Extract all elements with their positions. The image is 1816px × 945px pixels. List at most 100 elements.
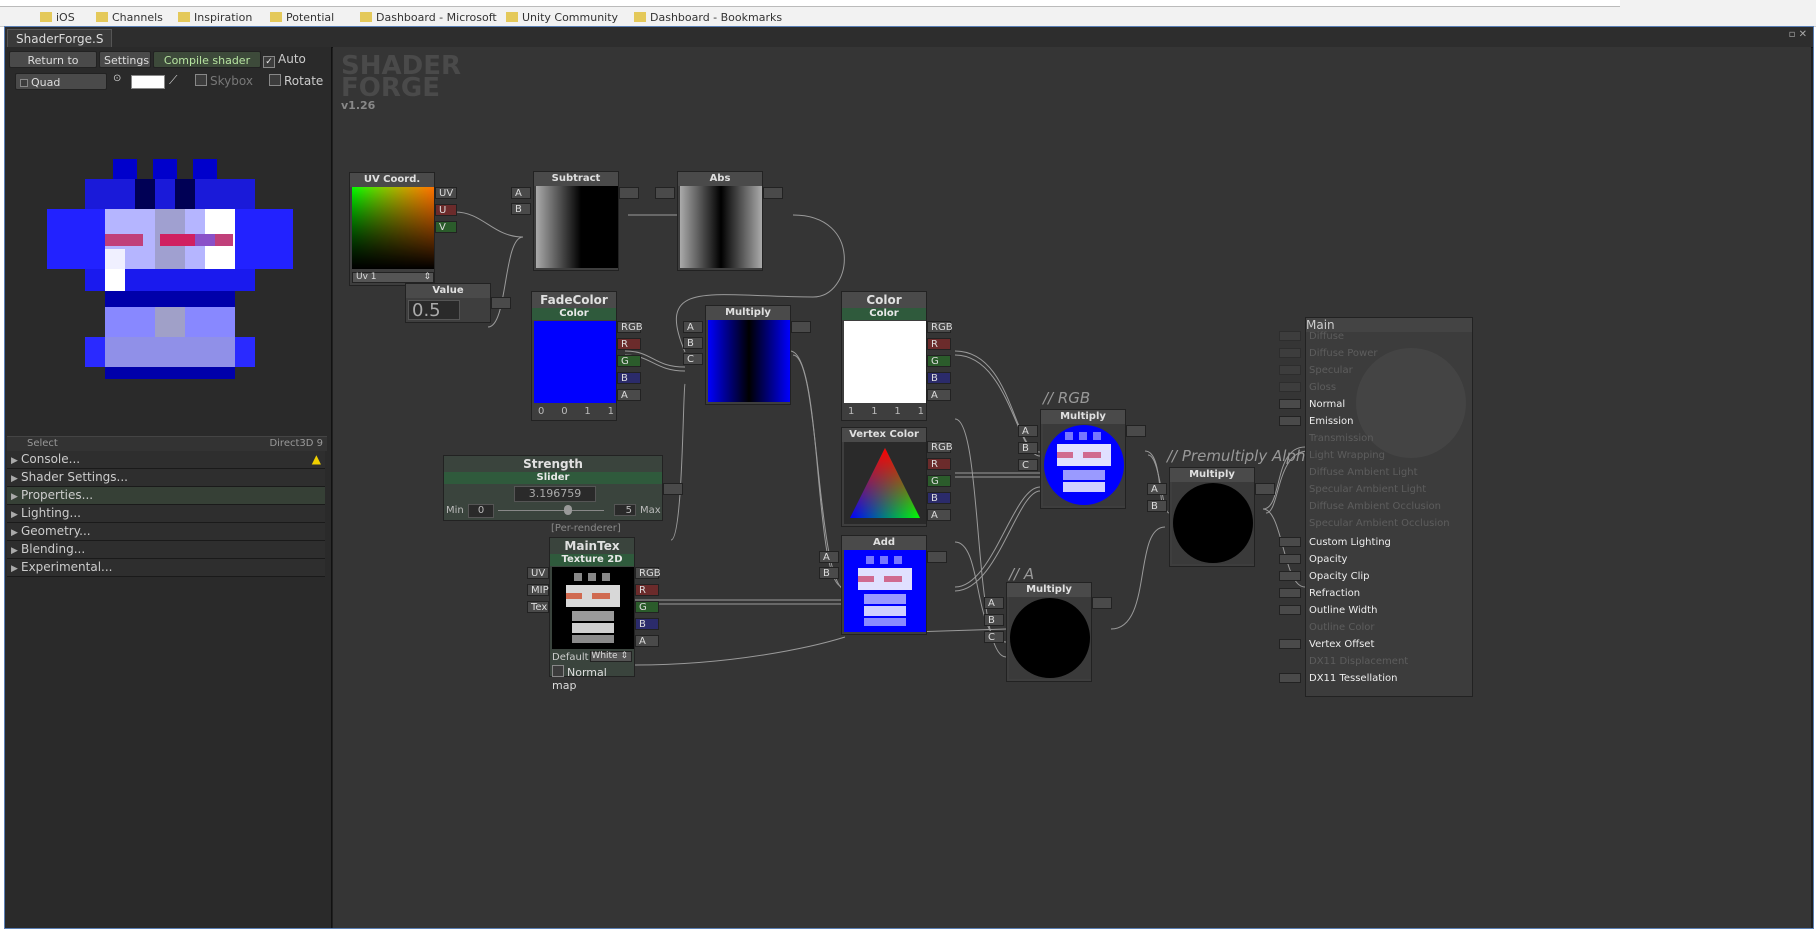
port-multiply-1-out[interactable] [791,321,811,333]
main-input-dx11-displacement[interactable]: DX11 Displacement [1309,654,1408,670]
port-multiply-1-c[interactable]: C [683,353,703,365]
port-maintex-tex[interactable]: Tex [527,601,549,613]
light-icon[interactable]: ⊙ [113,73,121,84]
default-texture-select[interactable]: White ⇕ [590,651,632,662]
port-color-b[interactable]: B [927,372,951,384]
main-port[interactable] [1279,537,1301,547]
main-port[interactable] [1279,554,1301,564]
menu-shader-settings[interactable]: ▶ Shader Settings... [7,469,325,487]
main-input-diffuse-ambient-light[interactable]: Diffuse Ambient Light [1309,465,1418,481]
menu-properties[interactable]: ▶ Properties... [7,487,325,505]
main-input-outline-width[interactable]: Outline Width [1309,603,1377,619]
port-multiply-pre-out[interactable] [1255,483,1275,495]
node-subtract[interactable]: Subtract [533,171,619,271]
strength-slider-track[interactable] [498,510,604,511]
node-uv-coord[interactable]: UV Coord. Uv 1 ⇕ [349,172,435,286]
port-vertex-b[interactable]: B [927,492,951,504]
tab-shaderforge[interactable]: ShaderForge.S [7,29,113,48]
port-vertex-r[interactable]: R [927,458,951,470]
port-multiply-a-c[interactable]: C [984,631,1004,643]
port-subtract-out[interactable] [619,187,639,199]
main-input-normal[interactable]: Normal [1309,397,1345,413]
main-port[interactable] [1279,416,1301,426]
main-input-gloss[interactable]: Gloss [1309,380,1336,396]
main-port[interactable] [1279,399,1301,409]
node-multiply-a[interactable]: Multiply [1006,582,1092,682]
main-port[interactable] [1279,605,1301,615]
main-port[interactable] [1279,331,1301,341]
strength-value-field[interactable]: 3.196759 [514,486,596,502]
port-multiply-pre-b[interactable]: B [1147,500,1167,512]
main-input-refraction[interactable]: Refraction [1309,586,1360,602]
port-abs-in[interactable] [655,187,675,199]
value-field[interactable]: 0.5 [408,300,460,321]
port-maintex-mip[interactable]: MIP [527,584,549,596]
node-value[interactable]: Value 0.5 [405,283,491,323]
color-swatch[interactable] [131,75,165,89]
port-multiply-a-a[interactable]: A [984,597,1004,609]
port-multiply-a-out[interactable] [1092,597,1112,609]
port-u[interactable]: U [435,204,457,216]
main-input-outline-color[interactable]: Outline Color [1309,620,1374,636]
bookmark-item[interactable]: Dashboard - Microsoft [360,11,497,25]
menu-geometry[interactable]: ▶ Geometry... [7,523,325,541]
rotate-toggle[interactable]: Rotate [269,74,323,88]
bookmark-item[interactable]: Inspiration [178,11,252,25]
port-uv[interactable]: UV [435,187,457,199]
menu-lighting[interactable]: ▶ Lighting... [7,505,325,523]
normal-map-toggle[interactable]: Normal map [552,665,634,692]
port-multiply-rgb-c[interactable]: C [1018,459,1038,471]
port-multiply-a-b[interactable]: B [984,614,1004,626]
port-maintex-r[interactable]: R [635,584,659,596]
uv-channel-select[interactable]: Uv 1 ⇕ [352,272,434,283]
node-multiply-rgb[interactable]: Multiply [1040,409,1126,509]
port-strength-out[interactable] [663,483,683,495]
settings-button[interactable]: Settings [99,51,151,68]
main-input-specular-ambient-light[interactable]: Specular Ambient Light [1309,482,1426,498]
node-add[interactable]: Add [841,535,927,635]
port-maintex-a[interactable]: A [635,635,659,647]
port-multiply-pre-a[interactable]: A [1147,483,1167,495]
port-multiply-rgb-a[interactable]: A [1018,425,1038,437]
strength-min-field[interactable]: 0 [468,504,494,518]
shader-preview[interactable] [45,149,295,399]
port-multiply-rgb-b[interactable]: B [1018,442,1038,454]
strength-max-field[interactable]: 5 [614,504,636,516]
port-abs-out[interactable] [763,187,783,199]
port-multiply-rgb-out[interactable] [1126,425,1146,437]
port-multiply-1-a[interactable]: A [683,321,703,333]
node-fadecolor[interactable]: FadeColor Color 0011 [531,291,617,421]
port-v[interactable]: V [435,221,457,233]
strength-slider-handle[interactable] [564,505,572,515]
main-input-specular-ao[interactable]: Specular Ambient Occlusion [1309,516,1450,532]
bookmark-item[interactable]: iOS [40,11,75,25]
port-maintex-b[interactable]: B [635,618,659,630]
port-vertex-a[interactable]: A [927,509,951,521]
port-vertex-rgb[interactable]: RGB [927,441,953,453]
port-color-r[interactable]: R [927,338,951,350]
port-color-a[interactable]: A [927,389,951,401]
menu-blending[interactable]: ▶ Blending... [7,541,325,559]
port-multiply-1-b[interactable]: B [683,337,703,349]
port-add-out[interactable] [927,551,947,563]
node-abs[interactable]: Abs [677,171,763,271]
bookmark-item[interactable]: Dashboard - Bookmarks [634,11,782,25]
port-maintex-uv[interactable]: UV [527,567,549,579]
main-port[interactable] [1279,365,1301,375]
port-fadecolor-g[interactable]: G [617,355,641,367]
port-maintex-rgb[interactable]: RGB [635,567,661,579]
main-input-diffuse[interactable]: Diffuse [1309,329,1344,345]
node-vertex-color[interactable]: Vertex Color [841,427,927,527]
main-input-vertex-offset[interactable]: Vertex Offset [1309,637,1374,653]
window-controls[interactable]: ▫ ✕ [1789,29,1807,40]
main-port[interactable] [1279,348,1301,358]
color-values[interactable]: 1111 [848,406,924,417]
port-fadecolor-a[interactable]: A [617,389,641,401]
url-bar[interactable] [0,0,1620,7]
fadecolor-values[interactable]: 0011 [538,406,614,417]
node-canvas[interactable]: SHADER FORGE v1.26 UV Coord. Uv 1 ⇕ UV U… [333,47,1811,928]
main-input-transmission[interactable]: Transmission [1309,431,1374,447]
main-port[interactable] [1279,673,1301,683]
mesh-select[interactable]: Quad [15,73,107,90]
node-multiply-premultiply[interactable]: Multiply [1169,467,1255,567]
